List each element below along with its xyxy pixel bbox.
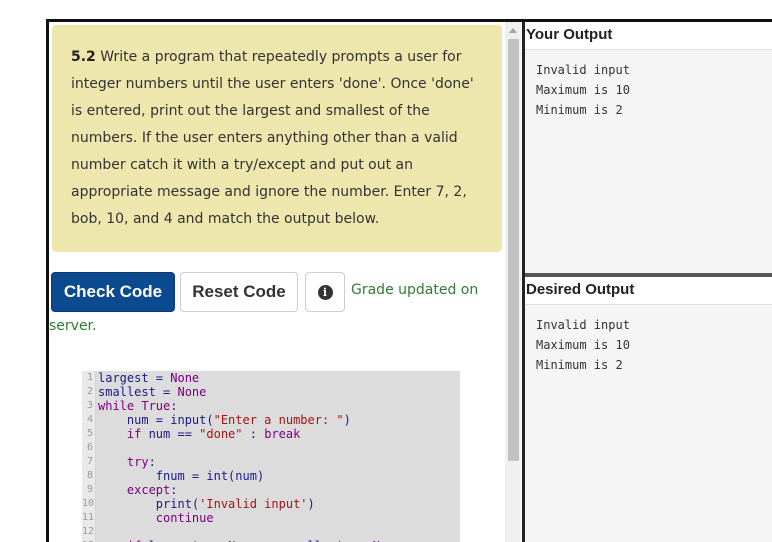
line-number: 10 xyxy=(82,498,95,509)
output-line: Minimum is 2 xyxy=(536,103,623,117)
your-output-panel: Your Output Invalid input Maximum is 10 Mi… xyxy=(525,22,772,273)
code-line[interactable]: except: xyxy=(98,483,409,497)
code-line[interactable]: while True: xyxy=(98,399,409,413)
output-line: Maximum is 10 xyxy=(536,338,630,352)
exercise-frame: 5.2 Write a program that repeatedly prom… xyxy=(46,19,772,542)
line-number: 5 xyxy=(86,428,93,439)
scrollbar[interactable] xyxy=(505,22,521,542)
output-line: Invalid input xyxy=(536,318,630,332)
code-line[interactable]: try: xyxy=(98,455,409,469)
line-number: 1 xyxy=(86,372,93,383)
problem-number: 5.2 xyxy=(71,49,96,65)
code-line[interactable] xyxy=(98,441,409,455)
grade-status: Grade updated on xyxy=(351,282,479,298)
code-editor[interactable]: 12345678910111213 largest = Nonesmallest… xyxy=(82,371,460,542)
line-number: 9 xyxy=(86,484,93,495)
output-line: Invalid input xyxy=(536,63,630,77)
scroll-up-arrow-icon[interactable] xyxy=(509,28,517,33)
problem-statement: 5.2 Write a program that repeatedly prom… xyxy=(52,25,502,252)
line-number: 6 xyxy=(86,442,93,453)
line-number: 11 xyxy=(82,512,95,523)
line-number: 2 xyxy=(86,386,93,397)
output-line: Maximum is 10 xyxy=(536,83,630,97)
info-icon: i xyxy=(317,284,333,300)
line-number: 3 xyxy=(86,400,93,411)
line-number-gutter: 12345678910111213 xyxy=(82,371,96,542)
info-button[interactable]: i xyxy=(305,272,345,312)
line-number: 8 xyxy=(86,470,93,481)
code-line[interactable]: num = input("Enter a number: ") xyxy=(98,413,409,427)
left-pane: 5.2 Write a program that repeatedly prom… xyxy=(49,22,505,542)
line-number: 7 xyxy=(86,456,93,467)
your-output-text: Invalid input Maximum is 10 Minimum is 2 xyxy=(525,50,772,120)
code-line[interactable] xyxy=(98,525,409,539)
desired-output-text: Invalid input Maximum is 10 Minimum is 2 xyxy=(525,305,772,375)
problem-text: Write a program that repeatedly prompts … xyxy=(71,49,474,227)
desired-output-panel: Desired Output Invalid input Maximum is 1… xyxy=(525,277,772,542)
code-line[interactable]: largest = None xyxy=(98,371,409,385)
your-output-title: Your Output xyxy=(525,22,772,50)
check-code-button[interactable]: Check Code xyxy=(51,272,175,312)
code-line[interactable]: continue xyxy=(98,511,409,525)
code-text[interactable]: largest = None smallest = None while True:… xyxy=(98,371,409,542)
desired-output-title: Desired Output xyxy=(525,277,772,305)
code-line[interactable]: print('Invalid input') xyxy=(98,497,409,511)
code-line[interactable]: fnum = int(num) xyxy=(98,469,409,483)
output-line: Minimum is 2 xyxy=(536,358,623,372)
scrollbar-thumb[interactable] xyxy=(508,39,519,461)
code-line[interactable]: smallest = None xyxy=(98,385,409,399)
line-number: 4 xyxy=(86,414,93,425)
code-line[interactable]: if num == "done" : break xyxy=(98,427,409,441)
line-number: 12 xyxy=(82,526,95,537)
grade-status-continued: server. xyxy=(49,318,97,334)
reset-code-button[interactable]: Reset Code xyxy=(180,272,298,312)
